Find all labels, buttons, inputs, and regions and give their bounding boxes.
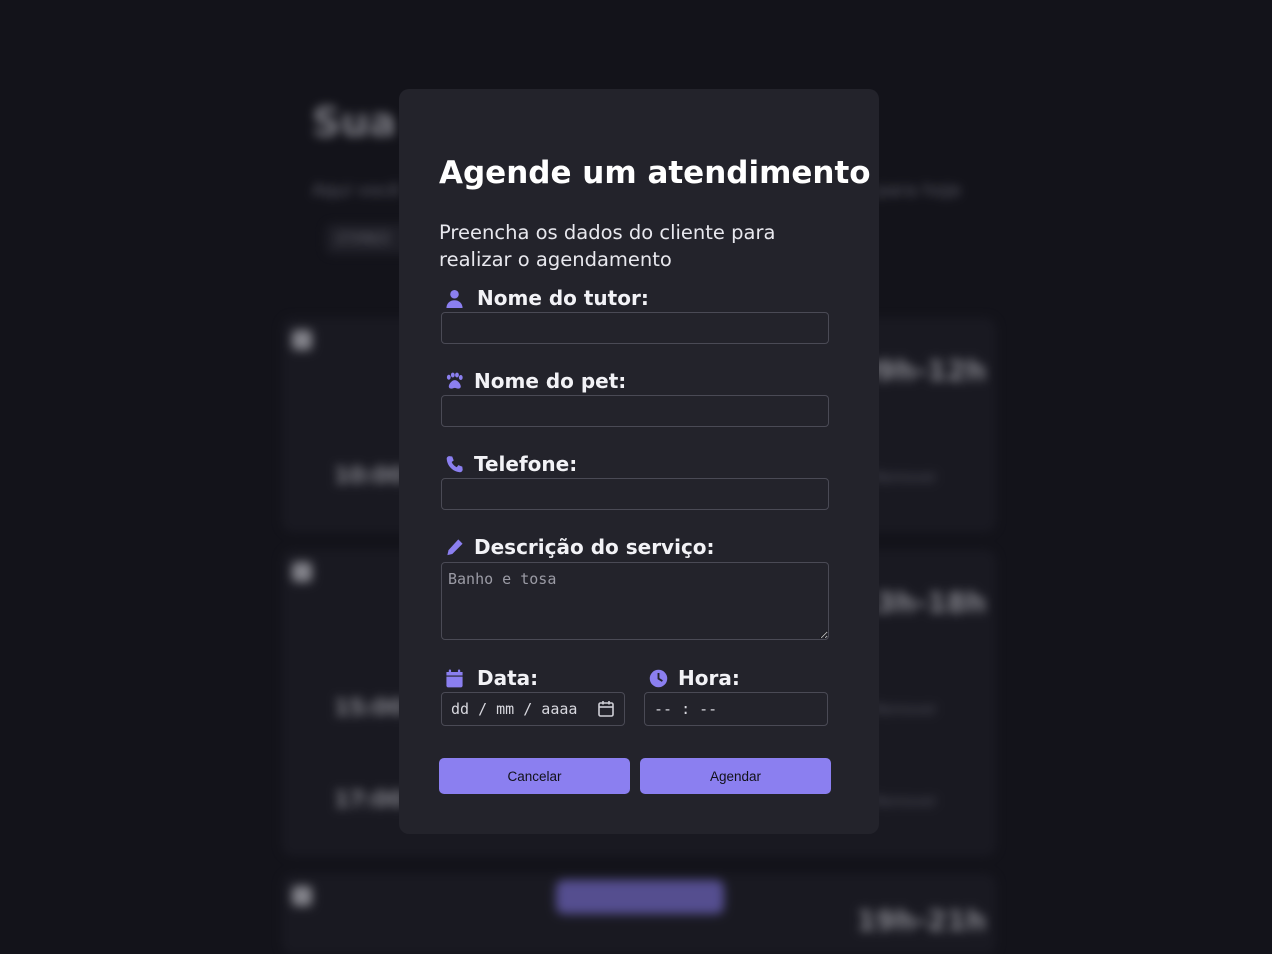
appointment-modal: Agende um atendimento Preencha os dados … [399,89,879,834]
date-input[interactable]: dd / mm / aaaa [441,692,625,726]
pet-label: Nome do pet: [444,369,626,393]
pencil-icon [444,537,464,557]
tutor-label-text: Nome do tutor: [477,286,649,310]
tutor-name-input[interactable] [441,312,829,344]
time-input-value: -- : -- [654,700,718,718]
cloud-sun-icon [292,562,312,582]
schedule-button[interactable]: Agendar [640,758,831,794]
remove-link: Remover [874,470,937,486]
phone-icon [444,454,464,474]
modal-description: Preencha os dados do cliente para realiz… [439,221,776,271]
calendar-picker-icon[interactable] [597,700,615,718]
time-label-text: Hora: [678,666,740,690]
appointment-time: 17:00 [334,788,405,813]
pet-label-text: Nome do pet: [474,369,627,393]
date-label: Data: [444,666,538,690]
paw-icon [444,371,464,391]
tutor-label: Nome do tutor: [444,286,649,310]
cancel-button[interactable]: Cancelar [439,758,630,794]
phone-label-text: Telefone: [474,452,578,476]
service-label: Descrição do serviço: [444,535,715,559]
sun-icon [292,330,312,350]
time-label: Hora: [648,666,740,690]
date-input-value: dd / mm / aaaa [451,700,578,718]
appointment-time: 15:00 [334,696,405,721]
page-subtitle-right: para hoje [876,180,962,201]
remove-link: Remover [874,794,937,810]
appointment-time: 10:00 [334,464,405,489]
page-subtitle-left: Aqui você [312,180,401,201]
clock-icon [648,668,668,688]
phone-label: Telefone: [444,452,577,476]
calendar-icon [444,668,464,688]
phone-input[interactable] [441,478,829,510]
user-icon [444,288,464,308]
pet-name-input[interactable] [441,395,829,427]
moon-icon [292,886,312,906]
remove-link: Remover [874,702,937,718]
new-appointment-button [556,880,724,914]
modal-title: Agende um atendimento [439,155,871,191]
time-input[interactable]: -- : -- [644,692,828,726]
section-time-range: 19h-21h [856,904,986,937]
service-description-textarea[interactable] [441,562,829,640]
service-label-text: Descrição do serviço: [474,535,715,559]
date-label-text: Data: [477,666,539,690]
